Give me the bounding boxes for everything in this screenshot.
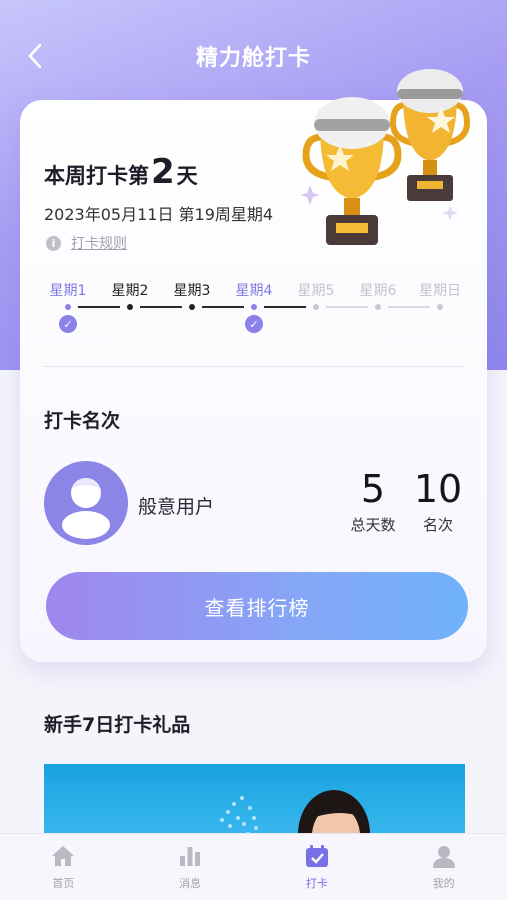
day-connector xyxy=(264,306,306,308)
rank-value: 10 xyxy=(413,467,463,511)
avatar[interactable] xyxy=(44,461,128,545)
day-label: 星期5 xyxy=(297,283,335,299)
rank-stat: 10 名次 xyxy=(408,466,468,535)
total-days-value: 5 xyxy=(360,467,386,511)
day-connector xyxy=(202,306,244,308)
day-label: 星期1 xyxy=(49,283,87,299)
day-dot xyxy=(437,304,443,310)
day-connector xyxy=(140,306,182,308)
tab-label: 首页 xyxy=(52,877,75,890)
day-dot xyxy=(127,304,133,310)
info-icon: i xyxy=(46,235,61,251)
tab-home[interactable]: 首页 xyxy=(0,834,127,900)
day-connector xyxy=(78,306,120,308)
user-avatar-icon xyxy=(62,478,110,539)
rank-section-title: 打卡名次 xyxy=(44,410,121,432)
day-dot xyxy=(313,304,319,310)
tab-label: 我的 xyxy=(432,877,455,890)
calendar-check-icon xyxy=(304,844,330,872)
check-icon: ✓ xyxy=(59,315,77,333)
home-icon xyxy=(50,844,76,872)
view-leaderboard-button[interactable]: 查看排行榜 xyxy=(46,572,468,640)
rank-label: 名次 xyxy=(422,516,453,534)
day-label: 星期6 xyxy=(359,283,397,299)
day-dot xyxy=(251,304,257,310)
day-dot xyxy=(375,304,381,310)
user-name: 般意用户 xyxy=(138,496,215,518)
banner-image xyxy=(220,790,370,844)
week-checkin-count: 2 xyxy=(151,152,175,192)
divider xyxy=(44,366,464,367)
day-label: 星期4 xyxy=(235,283,273,299)
tab-bar-chart[interactable]: 消息 xyxy=(127,834,254,900)
week-title-suffix: 天 xyxy=(176,164,198,188)
tab-bar: 首页 消息 打卡 我的 xyxy=(0,833,507,900)
rules-link[interactable]: i 打卡规则 xyxy=(46,233,127,253)
checkin-card: 本周打卡第 2 天 2023年05月11日 第19周星期4 i 打卡规则 星期1… xyxy=(20,69,487,662)
bar-chart-icon xyxy=(177,844,203,872)
current-date: 2023年05月11日 第19周星期4 xyxy=(44,205,274,224)
gift-banner[interactable] xyxy=(44,764,465,844)
person-icon xyxy=(431,844,457,872)
total-days-label: 总天数 xyxy=(350,516,396,534)
day-connector xyxy=(388,306,430,308)
trophy-icon xyxy=(300,69,471,245)
day-dot xyxy=(189,304,195,310)
week-checkin-title: 本周打卡第 2 天 xyxy=(44,152,198,192)
gift-section-title: 新手7日打卡礼品 xyxy=(44,714,191,736)
total-days-stat: 5 总天数 xyxy=(338,466,408,535)
tab-label: 打卡 xyxy=(305,877,328,890)
tab-person[interactable]: 我的 xyxy=(380,834,507,900)
tab-label: 消息 xyxy=(179,877,202,890)
day-label: 星期3 xyxy=(173,283,211,299)
week-progress: 星期1 ✓ 星期2 星期3 星期4 ✓ 星期5 星期6 星期日 xyxy=(38,280,468,340)
day-connector xyxy=(326,306,368,308)
check-icon: ✓ xyxy=(245,315,263,333)
week-title-prefix: 本周打卡第 xyxy=(44,164,149,188)
tab-calendar-check[interactable]: 打卡 xyxy=(254,834,381,900)
day-label: 星期日 xyxy=(419,283,461,299)
day-dot xyxy=(65,304,71,310)
day-label: 星期2 xyxy=(111,283,149,299)
rules-label: 打卡规则 xyxy=(71,236,127,252)
